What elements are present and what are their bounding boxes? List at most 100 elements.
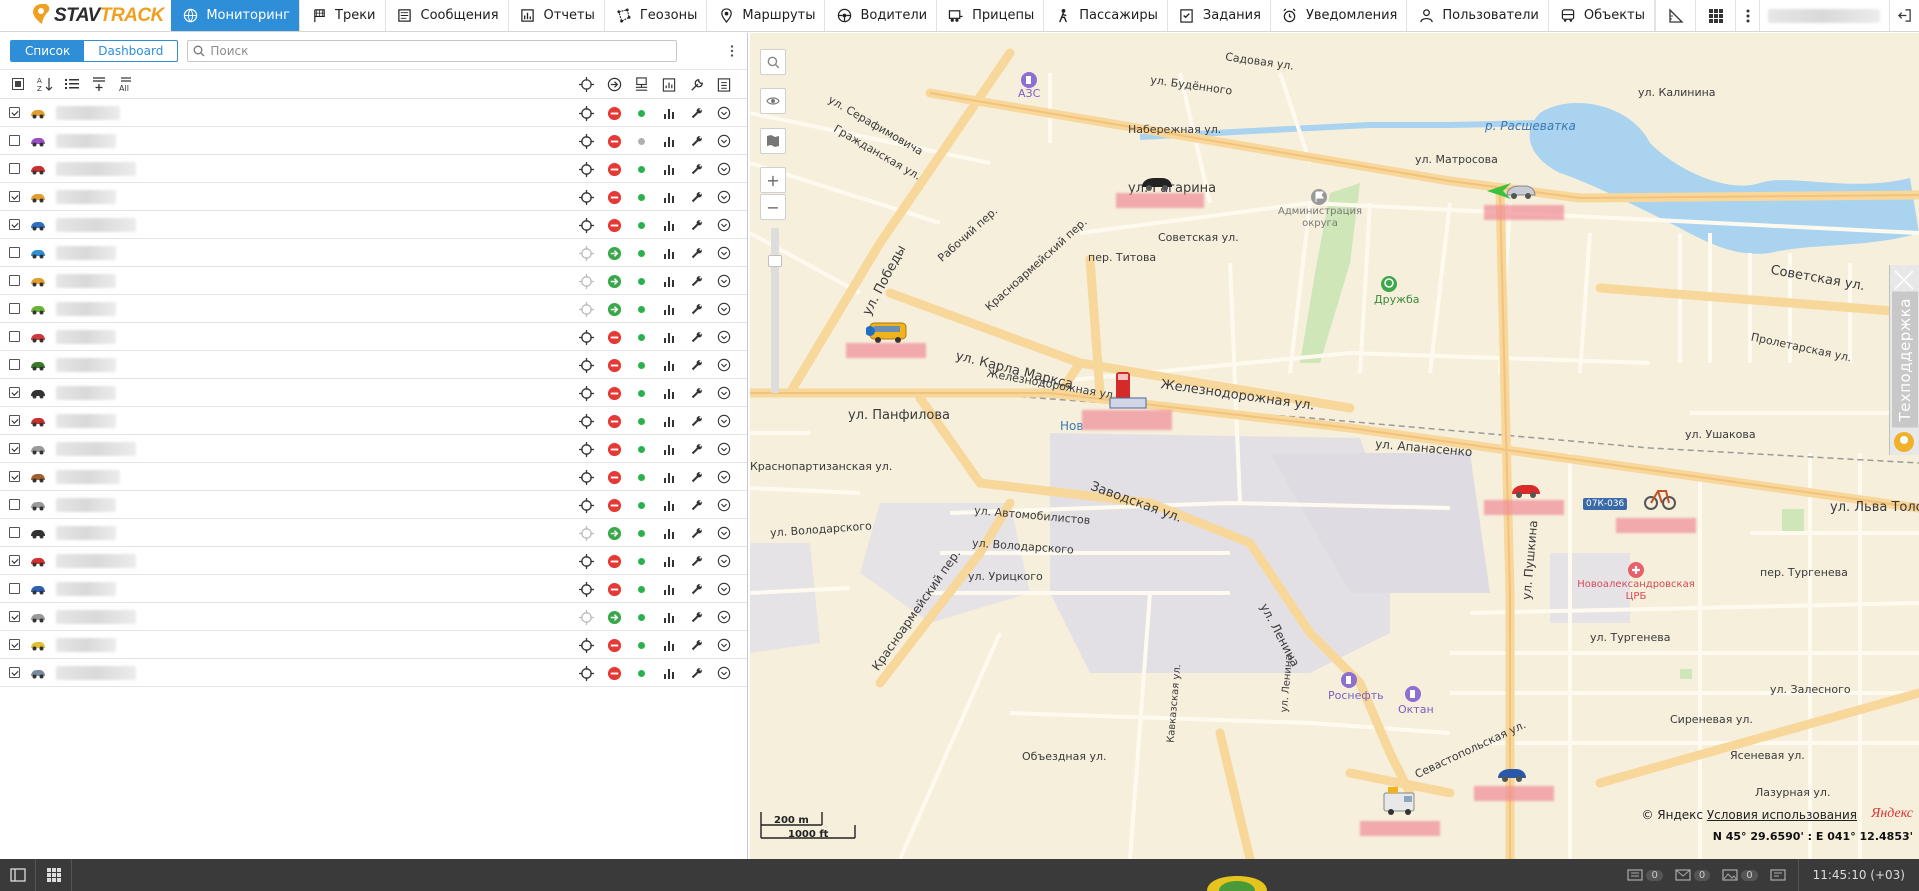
unit-command-button[interactable]	[683, 239, 711, 267]
unit-row[interactable]	[0, 239, 747, 267]
unit-row[interactable]	[0, 407, 747, 435]
locate-unit-button[interactable]	[573, 127, 601, 155]
nav-item-driver[interactable]: Водители	[825, 0, 938, 31]
apps-button[interactable]	[1695, 0, 1735, 31]
zoom-slider-handle[interactable]	[768, 255, 782, 267]
poi-admin[interactable]: Администрация округа	[1278, 188, 1362, 229]
unit-report-button[interactable]	[656, 267, 684, 295]
list-view-button[interactable]	[62, 74, 82, 94]
locate-unit-button[interactable]	[573, 267, 601, 295]
unit-report-button[interactable]	[656, 127, 684, 155]
unit-checkbox[interactable]	[9, 415, 20, 426]
locate-unit-button[interactable]	[573, 659, 601, 687]
map-layers-button[interactable]	[760, 128, 786, 154]
nav-item-user[interactable]: Пользователи	[1407, 0, 1549, 31]
unit-command-button[interactable]	[683, 211, 711, 239]
search-input[interactable]	[210, 44, 677, 58]
unit-command-button[interactable]	[683, 99, 711, 127]
locate-unit-button[interactable]	[573, 155, 601, 183]
locate-unit-button[interactable]	[573, 239, 601, 267]
nav-item-alarm[interactable]: Уведомления	[1271, 0, 1408, 31]
nav-item-globe[interactable]: Мониторинг	[171, 0, 300, 31]
nav-item-trailer[interactable]: Прицепы	[937, 0, 1045, 31]
locate-unit-button[interactable]	[573, 183, 601, 211]
unit-checkbox[interactable]	[9, 667, 20, 678]
unit-checkbox[interactable]	[9, 527, 20, 538]
unit-command-button[interactable]	[683, 463, 711, 491]
nav-item-bus[interactable]: Объекты	[1549, 0, 1655, 31]
unit-menu-button[interactable]	[711, 407, 739, 435]
unit-menu-button[interactable]	[711, 491, 739, 519]
unit-row[interactable]	[0, 211, 747, 239]
unit-checkbox[interactable]	[9, 471, 20, 482]
locate-unit-button[interactable]	[573, 463, 601, 491]
unit-report-button[interactable]	[656, 491, 684, 519]
column-network[interactable]	[628, 70, 656, 99]
unit-command-button[interactable]	[683, 323, 711, 351]
unit-checkbox[interactable]	[9, 331, 20, 342]
locate-unit-button[interactable]	[573, 407, 601, 435]
unit-command-button[interactable]	[683, 295, 711, 323]
nav-item-flag[interactable]: Треки	[300, 0, 386, 31]
unit-checkbox[interactable]	[9, 135, 20, 146]
unit-command-button[interactable]	[683, 603, 711, 631]
locate-unit-button[interactable]	[573, 603, 601, 631]
notifications-button[interactable]	[1769, 869, 1786, 881]
unit-checkbox[interactable]	[9, 639, 20, 650]
column-connection[interactable]	[601, 70, 629, 99]
show-all-button[interactable]: All	[116, 74, 136, 94]
nav-item-route[interactable]: Маршруты	[707, 0, 826, 31]
unit-row[interactable]	[0, 659, 747, 687]
column-locate[interactable]	[573, 70, 601, 99]
more-menu-button[interactable]	[1735, 0, 1759, 31]
unit-checkbox[interactable]	[9, 191, 20, 202]
unit-command-button[interactable]	[683, 127, 711, 155]
poi-hospital[interactable]: Новоалександровская ЦРБ	[1577, 561, 1695, 602]
sort-az-button[interactable]: AZ	[35, 74, 55, 94]
unit-menu-button[interactable]	[711, 631, 739, 659]
unit-report-button[interactable]	[656, 575, 684, 603]
van-marker-icon[interactable]	[1382, 785, 1418, 817]
unit-menu-button[interactable]	[711, 351, 739, 379]
ruler-button[interactable]	[1655, 0, 1695, 31]
user-account[interactable]	[1759, 0, 1889, 31]
unit-menu-button[interactable]	[711, 183, 739, 211]
unit-menu-button[interactable]	[711, 547, 739, 575]
map-search-button[interactable]	[760, 49, 786, 75]
unit-report-button[interactable]	[656, 407, 684, 435]
unit-command-button[interactable]	[683, 407, 711, 435]
poi-azs[interactable]: АЗС	[1018, 71, 1040, 100]
locate-unit-button[interactable]	[573, 99, 601, 127]
locate-unit-button[interactable]	[573, 435, 601, 463]
unit-report-button[interactable]	[656, 99, 684, 127]
unit-command-button[interactable]	[683, 547, 711, 575]
unit-row[interactable]	[0, 155, 747, 183]
support-close-button[interactable]	[1889, 265, 1919, 295]
unit-menu-button[interactable]	[711, 295, 739, 323]
unit-menu-button[interactable]	[711, 575, 739, 603]
car-marker-icon[interactable]	[1510, 481, 1542, 499]
unit-checkbox[interactable]	[9, 107, 20, 118]
unit-menu-button[interactable]	[711, 127, 739, 155]
tab-dashboard[interactable]: Dashboard	[84, 41, 177, 61]
unit-menu-button[interactable]	[711, 659, 739, 687]
column-commands[interactable]	[683, 70, 711, 99]
unit-row[interactable]	[0, 183, 747, 211]
unit-checkbox[interactable]	[9, 359, 20, 370]
unit-row[interactable]	[0, 295, 747, 323]
unit-row[interactable]	[0, 99, 747, 127]
locate-unit-button[interactable]	[573, 575, 601, 603]
bicycle-marker-icon[interactable]	[1644, 483, 1676, 511]
unit-report-button[interactable]	[656, 183, 684, 211]
unit-checkbox[interactable]	[9, 555, 20, 566]
unit-row[interactable]	[0, 379, 747, 407]
zoom-slider[interactable]	[771, 228, 779, 393]
unit-menu-button[interactable]	[711, 519, 739, 547]
unit-command-button[interactable]	[683, 519, 711, 547]
locate-unit-button[interactable]	[573, 547, 601, 575]
unit-checkbox[interactable]	[9, 219, 20, 230]
media-counter[interactable]: 0	[1722, 869, 1758, 881]
unit-row[interactable]	[0, 575, 747, 603]
locate-unit-button[interactable]	[573, 519, 601, 547]
events-counter[interactable]: 0	[1627, 869, 1663, 881]
